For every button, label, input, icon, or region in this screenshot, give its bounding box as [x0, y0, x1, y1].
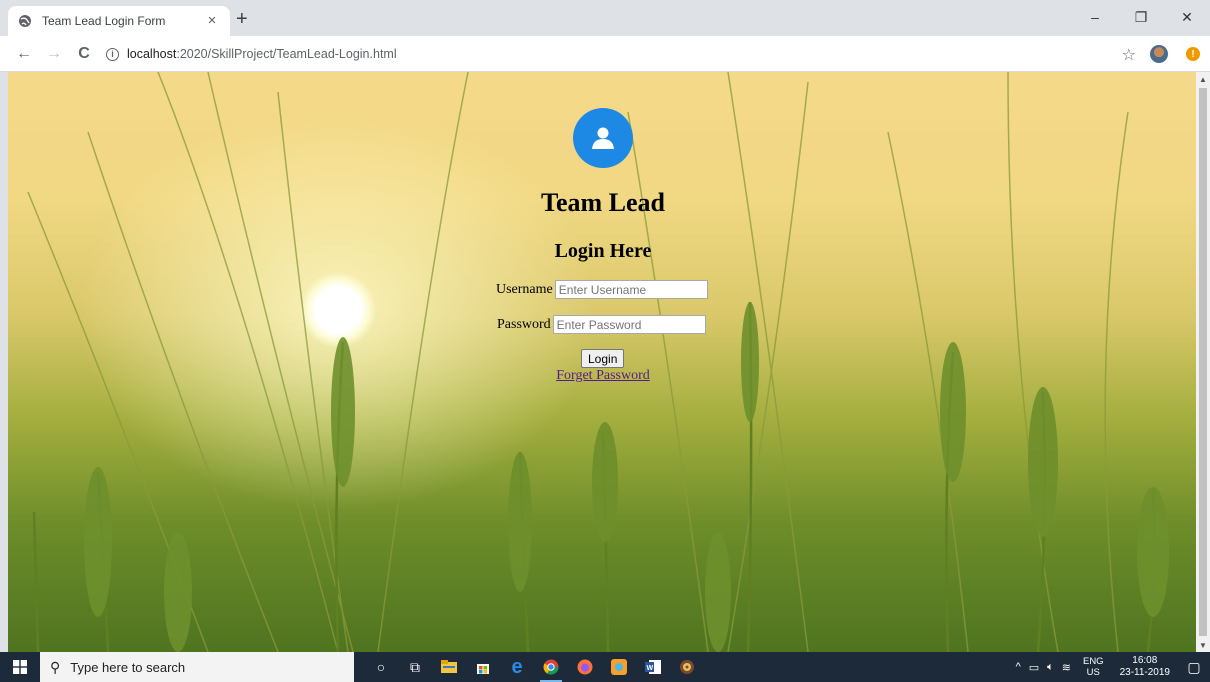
volume-icon[interactable]: 🔈︎	[1047, 661, 1054, 674]
search-icon: ⚲	[50, 658, 61, 675]
restore-button[interactable]: ❐	[1118, 0, 1164, 34]
windows-logo-icon	[13, 660, 27, 674]
scroll-down-icon[interactable]: ▼	[1196, 638, 1210, 652]
profile-avatar[interactable]	[1150, 45, 1168, 63]
taskbar-apps: ○ ⧉ e W	[364, 652, 704, 682]
avatar	[573, 108, 633, 168]
chevron-up-icon[interactable]: ^	[1016, 661, 1021, 673]
scroll-thumb[interactable]	[1199, 88, 1207, 636]
chrome-icon[interactable]	[534, 652, 568, 682]
update-alert-icon[interactable]: !	[1186, 47, 1200, 61]
tab-close-icon[interactable]: ×	[204, 13, 220, 29]
cortana-icon[interactable]: ○	[364, 652, 398, 682]
bookmark-star-icon[interactable]: ☆	[1122, 45, 1136, 65]
svg-text:W: W	[647, 665, 654, 672]
taskbar-search[interactable]: ⚲ Type here to search	[40, 652, 354, 682]
window-controls: – ❐ ✕	[1072, 0, 1210, 34]
username-row: Username	[496, 280, 708, 299]
language-indicator[interactable]: ENG US	[1083, 656, 1104, 678]
new-tab-button[interactable]: +	[236, 9, 248, 29]
password-input[interactable]	[552, 315, 706, 334]
close-window-button[interactable]: ✕	[1164, 0, 1210, 34]
tab-title: Team Lead Login Form	[42, 14, 166, 28]
browser-toolbar: ← → C i localhost:2020/SkillProject/Team…	[0, 36, 1210, 72]
login-button[interactable]: Login	[581, 349, 625, 368]
page-title: Team Lead	[541, 188, 665, 217]
clock-time: 16:08	[1132, 655, 1158, 666]
task-view-icon[interactable]: ⧉	[398, 652, 432, 682]
back-button[interactable]: ←	[14, 44, 34, 64]
browser-tab[interactable]: Team Lead Login Form ×	[8, 6, 230, 36]
user-icon	[592, 127, 614, 149]
forward-button[interactable]: →	[44, 44, 64, 64]
lang-bottom: US	[1086, 667, 1100, 678]
scroll-up-icon[interactable]: ▲	[1196, 72, 1210, 86]
clock-date: 23-11-2019	[1119, 667, 1170, 678]
password-row: Password	[497, 315, 706, 334]
info-icon[interactable]: i	[106, 47, 119, 61]
password-label: Password	[497, 316, 551, 332]
store-icon[interactable]	[466, 652, 500, 682]
page-viewport: Team Lead Login Here Username Password L…	[8, 72, 1196, 652]
username-input[interactable]	[554, 280, 708, 299]
username-label: Username	[496, 281, 553, 297]
page-scrollbar[interactable]: ▲ ▼	[1196, 72, 1210, 652]
reload-button[interactable]: C	[74, 44, 94, 64]
start-button[interactable]	[0, 652, 40, 682]
url-path: :2020/SkillProject/TeamLead-Login.html	[176, 47, 397, 61]
file-explorer-icon[interactable]	[432, 652, 466, 682]
globe-icon	[18, 14, 32, 28]
minimize-button[interactable]: –	[1072, 0, 1118, 34]
forget-password-link[interactable]: Forget Password	[408, 368, 798, 384]
notification-icon[interactable]: ▢	[1178, 659, 1210, 676]
lang-top: ENG	[1082, 656, 1104, 667]
game-app-icon[interactable]	[670, 652, 704, 682]
url-host: localhost	[127, 47, 177, 61]
edge-icon[interactable]: e	[500, 652, 534, 682]
tab-strip: Team Lead Login Form × + – ❐ ✕	[0, 0, 1210, 36]
paint-app-icon[interactable]	[602, 652, 636, 682]
windows-taskbar: ⚲ Type here to search ○ ⧉ e W ^ ▭ 🔈︎ ≋ E…	[0, 652, 1210, 682]
clock[interactable]: 16:08 23-11-2019	[1120, 655, 1170, 679]
wifi-icon[interactable]: ≋	[1062, 661, 1071, 674]
firefox-icon[interactable]	[568, 652, 602, 682]
network-icon[interactable]: ▭	[1029, 661, 1039, 674]
system-tray: ^ ▭ 🔈︎ ≋ ENG US 16:08 23-11-2019 ▢	[1012, 652, 1210, 682]
login-heading: Login Here	[554, 240, 652, 262]
word-icon[interactable]: W	[636, 652, 670, 682]
address-bar[interactable]: i localhost:2020/SkillProject/TeamLead-L…	[106, 43, 1106, 65]
taskbar-search-placeholder: Type here to search	[70, 659, 186, 675]
